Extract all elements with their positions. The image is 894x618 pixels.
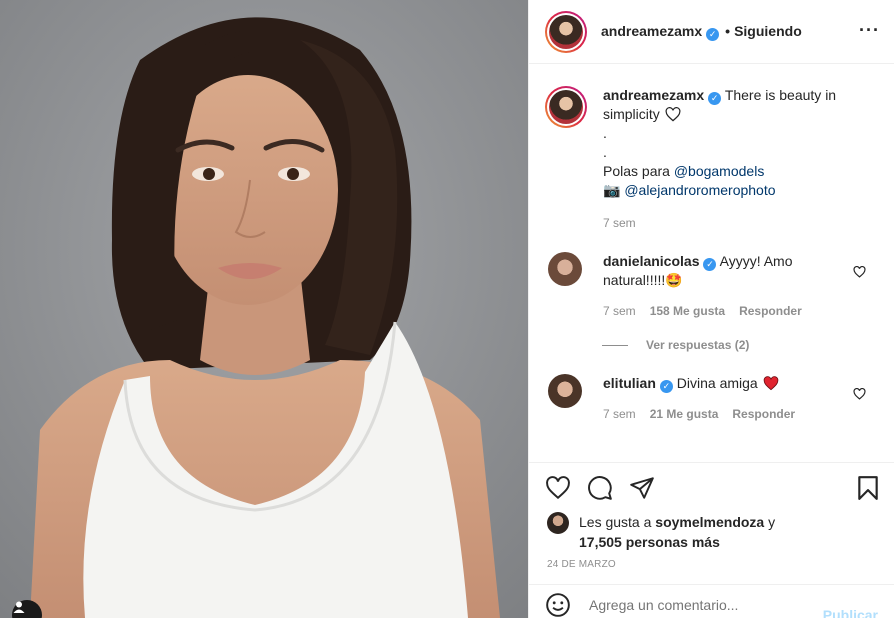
view-replies-button[interactable]: Ver respuestas (2) [602, 338, 878, 352]
comment-time[interactable]: 7 sem [603, 407, 636, 421]
post-photo[interactable] [0, 0, 528, 618]
view-replies-label: Ver respuestas (2) [646, 338, 750, 352]
verified-badge-icon: ✓ [659, 380, 673, 393]
like-comment-heart-icon[interactable] [853, 388, 866, 400]
commenter-avatar[interactable] [548, 252, 582, 286]
commenter-username[interactable]: elitulian [603, 375, 656, 391]
comment-input[interactable] [589, 596, 809, 613]
comment-item: danielanicolas ✓ Ayyyy! Amo natural!!!!!🤩… [545, 252, 878, 318]
post-header: andreamezamx ✓ • Siguiendo ··· [529, 0, 894, 64]
comments-section[interactable]: andreamezamx ✓ There is beauty in simplic… [529, 65, 894, 461]
commenter-username[interactable]: danielanicolas [603, 253, 699, 269]
like-comment-heart-icon[interactable] [853, 266, 866, 278]
like-heart-icon[interactable] [545, 475, 571, 500]
comment-meta: 7 sem 21 Me gusta Responder [603, 407, 843, 421]
reply-button[interactable]: Responder [732, 407, 795, 421]
camera-emoji-icon: 📷 [603, 182, 621, 198]
caption-avatar[interactable] [545, 86, 587, 128]
post-actions-bar [529, 462, 894, 512]
verified-badge-icon: ✓ [706, 27, 720, 41]
mention-alejandroromerophoto[interactable]: @alejandroromerophoto [624, 182, 775, 198]
share-paper-plane-icon[interactable] [629, 476, 655, 500]
comment-time[interactable]: 7 sem [603, 304, 636, 318]
following-button[interactable]: Siguiendo [734, 23, 802, 39]
instagram-post: andreamezamx ✓ • Siguiendo ··· andreamezamx… [0, 0, 894, 618]
more-horizontal-icon[interactable]: ··· [859, 20, 880, 41]
reply-button[interactable]: Responder [739, 304, 802, 318]
liker-username[interactable]: soymelmendoza [655, 514, 764, 530]
liker-avatar[interactable] [547, 512, 569, 534]
comment-meta: 7 sem 158 Me gusta Responder [603, 304, 843, 318]
emoji-smile-icon[interactable] [545, 592, 571, 618]
likes-conj: y [768, 514, 776, 530]
save-bookmark-icon[interactable] [856, 475, 880, 504]
caption-polas: Polas para [603, 163, 670, 179]
star-struck-emoji-icon: 🤩 [665, 272, 683, 288]
caption-username[interactable]: andreamezamx [603, 87, 704, 103]
likes-summary: Les gusta a soymelmendoza y 17,505 perso… [547, 512, 878, 552]
caption-dot: . [603, 125, 607, 141]
caption: andreamezamx ✓ There is beauty in simplic… [545, 65, 878, 233]
white-heart-icon [665, 107, 681, 122]
author-username[interactable]: andreamezamx [601, 23, 702, 39]
comment-likes[interactable]: 21 Me gusta [650, 407, 719, 421]
post-date[interactable]: 24 DE MARZO [547, 559, 616, 570]
commenter-avatar[interactable] [548, 374, 582, 408]
author-avatar[interactable] [545, 10, 587, 53]
comment-text: Divina amiga [676, 375, 758, 391]
verified-badge-icon: ✓ [703, 258, 717, 271]
publish-button[interactable]: Publicar [823, 607, 878, 618]
verified-badge-icon: ✓ [708, 92, 722, 105]
likes-prefix: Les gusta a [579, 514, 652, 530]
caption-dot: . [603, 144, 607, 160]
comment-item: elitulian ✓ Divina amiga 7 sem 21 Me gust… [545, 374, 878, 421]
caption-time[interactable]: 7 sem [603, 214, 878, 233]
mention-bogamodels[interactable]: @bogamodels [674, 163, 765, 179]
comment-bubble-icon[interactable] [587, 475, 613, 501]
comment-likes[interactable]: 158 Me gusta [650, 304, 725, 318]
red-heart-icon [763, 376, 778, 391]
replies-line [602, 344, 628, 346]
likes-others[interactable]: 17,505 personas más [579, 534, 720, 550]
user-tag-icon [13, 601, 25, 613]
post-side-panel: andreamezamx ✓ • Siguiendo ··· andreamezamx… [528, 0, 894, 618]
portrait-image [0, 0, 528, 618]
separator-dot: • [725, 22, 731, 39]
add-comment-bar: Publicar [529, 584, 894, 618]
